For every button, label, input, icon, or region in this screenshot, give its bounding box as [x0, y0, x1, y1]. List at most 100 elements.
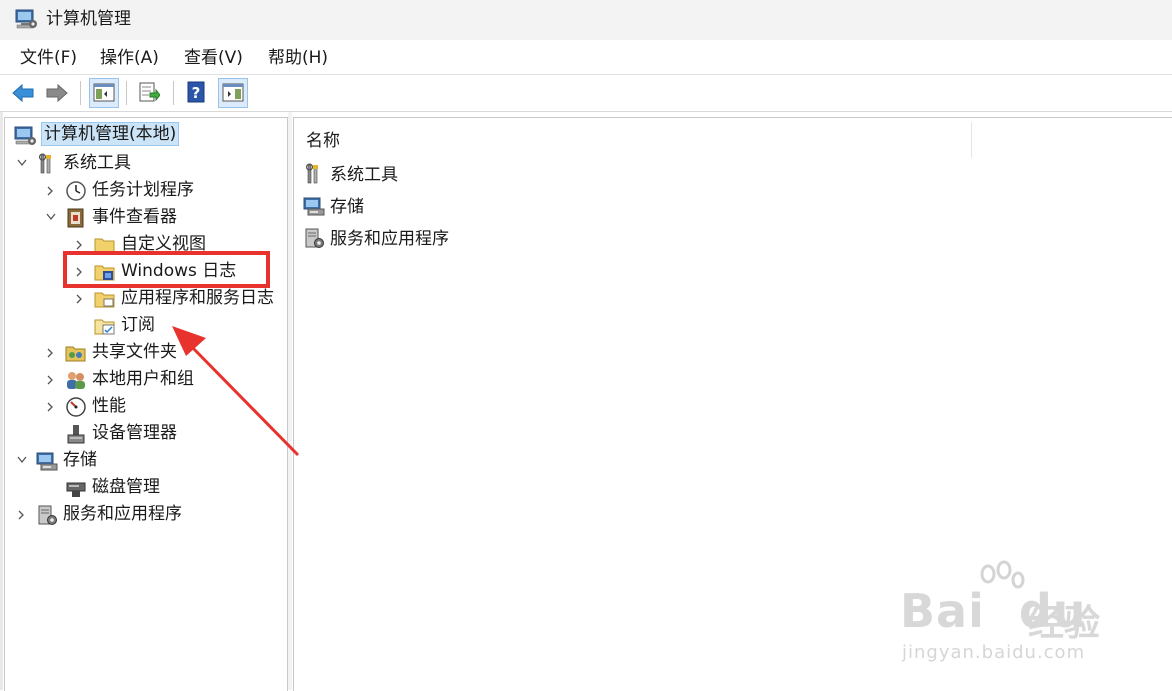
- performance-icon: [64, 396, 88, 418]
- users-icon: [64, 369, 88, 391]
- help-button[interactable]: ?: [182, 78, 212, 108]
- device-manager-icon: [64, 423, 88, 445]
- shared-folder-icon: [64, 342, 88, 364]
- help-icon: ?: [187, 81, 205, 103]
- chevron-right-icon: [76, 294, 82, 304]
- expander-collapsed[interactable]: [42, 366, 60, 393]
- list-item-label: 存储: [330, 197, 364, 217]
- export-list-icon: [139, 82, 160, 102]
- chevron-right-icon: [47, 402, 53, 412]
- toolbar-separator: [80, 81, 81, 105]
- tree-node-label: 本地用户和组: [92, 369, 194, 389]
- tree-node-label: 设备管理器: [92, 423, 177, 443]
- list-item-label: 服务和应用程序: [330, 229, 449, 249]
- computer-management-icon: [14, 8, 38, 30]
- tree-node-label: 性能: [92, 396, 126, 416]
- show-hide-console-tree-icon: [93, 83, 115, 102]
- expander-collapsed[interactable]: [71, 285, 89, 312]
- show-hide-console-tree-button[interactable]: [89, 78, 119, 108]
- tree-node-device-manager[interactable]: 设备管理器: [42, 420, 282, 447]
- chevron-right-icon: [47, 348, 53, 358]
- chevron-down-icon: [17, 456, 27, 464]
- toolbar-separator: [126, 81, 127, 105]
- menu-bar: 文件(F) 操作(A) 查看(V) 帮助(H): [0, 40, 1172, 75]
- chevron-down-icon: [17, 159, 27, 167]
- chevron-right-icon: [47, 186, 53, 196]
- disk-icon: [64, 477, 88, 499]
- tree-node-app-service-logs[interactable]: 应用程序和服务日志: [71, 285, 287, 312]
- tree-node-root[interactable]: 计算机管理(本地): [9, 122, 269, 149]
- menu-file[interactable]: 文件(F): [18, 47, 79, 69]
- tree-node-services-apps[interactable]: 服务和应用程序: [13, 501, 273, 528]
- show-hide-action-pane-button[interactable]: [218, 78, 248, 108]
- tree-node-label: 存储: [63, 450, 97, 470]
- list-item-label: 系统工具: [330, 165, 398, 185]
- tree-node-task-scheduler[interactable]: 任务计划程序: [42, 177, 282, 204]
- tree-node-label: 系统工具: [63, 153, 131, 173]
- tree-node-label: 磁盘管理: [92, 477, 160, 497]
- tree-node-disk-management[interactable]: 磁盘管理: [42, 474, 282, 501]
- watermark: Bai du 经验 jingyan.baidu.com: [900, 560, 1140, 670]
- chevron-right-icon: [18, 510, 24, 520]
- tree-node-label: 应用程序和服务日志: [121, 288, 274, 308]
- menu-help[interactable]: 帮助(H): [266, 47, 330, 69]
- tree-node-event-viewer[interactable]: 事件查看器: [42, 204, 282, 231]
- folder-icon: [93, 288, 117, 310]
- window-left-edge: [0, 112, 3, 690]
- tree-node-subscriptions[interactable]: 订阅: [71, 312, 287, 339]
- expander-collapsed[interactable]: [42, 393, 60, 420]
- tree-node-label: 事件查看器: [92, 207, 177, 227]
- tree-node-label: 计算机管理(本地): [41, 122, 180, 146]
- chevron-right-icon: [76, 240, 82, 250]
- tree-node-storage[interactable]: 存储: [13, 447, 273, 474]
- column-header-label: 名称: [306, 131, 340, 151]
- back-arrow-icon: [12, 83, 34, 103]
- highlight-box: [63, 251, 270, 288]
- watermark-cn: 经验: [1028, 603, 1101, 644]
- menu-view[interactable]: 查看(V): [182, 47, 245, 69]
- storage-icon: [302, 195, 326, 217]
- export-list-button[interactable]: [135, 78, 165, 108]
- pane-splitter[interactable]: [288, 112, 292, 690]
- menu-action[interactable]: 操作(A): [98, 47, 161, 69]
- tree-node-label: 订阅: [121, 315, 155, 335]
- subscriptions-folder-icon: [93, 315, 117, 337]
- computer-management-icon: [13, 125, 37, 147]
- services-icon: [35, 504, 59, 526]
- tree-node-label: 任务计划程序: [92, 180, 194, 200]
- toolbar-separator: [173, 81, 174, 105]
- storage-icon: [35, 450, 59, 472]
- forward-arrow-icon: [46, 83, 68, 103]
- back-button[interactable]: [8, 78, 38, 108]
- column-header-name[interactable]: 名称: [294, 118, 1172, 158]
- tree-node-shared-folders[interactable]: 共享文件夹: [42, 339, 282, 366]
- forward-button[interactable]: [42, 78, 72, 108]
- list-item-services-apps[interactable]: 服务和应用程序: [302, 224, 602, 252]
- list-item-storage[interactable]: 存储: [302, 192, 602, 220]
- chevron-down-icon: [46, 213, 56, 221]
- tree-node-label: 共享文件夹: [92, 342, 177, 362]
- expander-expanded[interactable]: [13, 447, 31, 474]
- show-hide-action-pane-icon: [222, 83, 244, 102]
- svg-text:?: ?: [192, 84, 201, 102]
- toolbar: ?: [0, 75, 1172, 112]
- expander-collapsed[interactable]: [13, 501, 31, 528]
- tools-icon: [302, 163, 326, 185]
- list-item-system-tools[interactable]: 系统工具: [302, 160, 602, 188]
- expander-expanded[interactable]: [42, 204, 60, 231]
- expander-expanded[interactable]: [13, 150, 31, 177]
- tree-node-label: 服务和应用程序: [63, 504, 182, 524]
- clock-icon: [64, 180, 88, 202]
- tree-node-system-tools[interactable]: 系统工具: [13, 150, 273, 177]
- event-viewer-icon: [64, 207, 88, 229]
- title-bar: 计算机管理: [0, 0, 1172, 40]
- expander-collapsed[interactable]: [42, 339, 60, 366]
- column-separator[interactable]: [971, 122, 972, 158]
- console-tree[interactable]: 计算机管理(本地) 系统工具 任务计划程序 事件查看器 自定义视图 Window…: [4, 117, 288, 691]
- chevron-right-icon: [47, 375, 53, 385]
- expander-collapsed[interactable]: [42, 177, 60, 204]
- tree-node-performance[interactable]: 性能: [42, 393, 282, 420]
- watermark-url: jingyan.baidu.com: [902, 642, 1086, 663]
- tree-node-local-users-groups[interactable]: 本地用户和组: [42, 366, 282, 393]
- window-title: 计算机管理: [46, 9, 131, 29]
